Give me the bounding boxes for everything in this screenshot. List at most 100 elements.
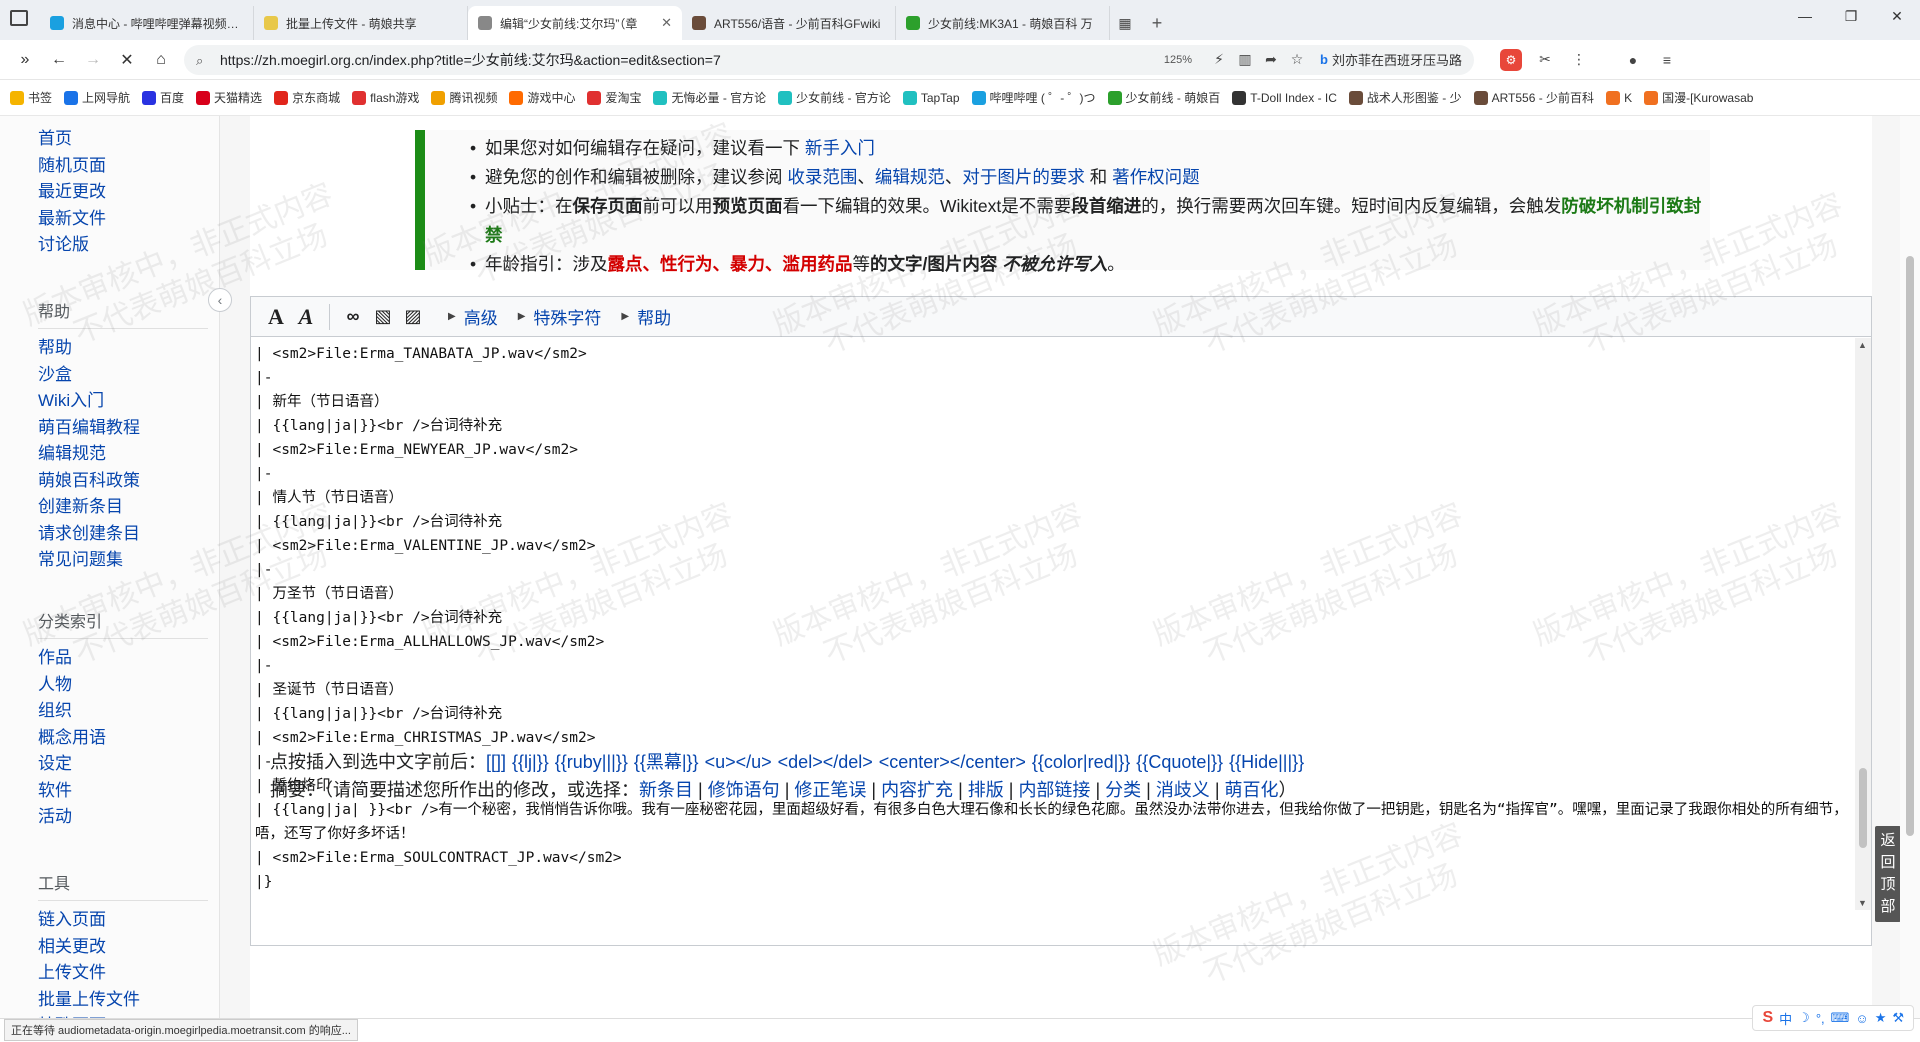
reference-icon[interactable]: ▨ [398, 302, 428, 332]
sidebar-help-link[interactable]: 编辑规范 [38, 441, 208, 468]
bookmark-item[interactable]: 天猫精选 [196, 89, 262, 106]
char-insert-item[interactable]: {{lj|}} [512, 752, 549, 772]
close-window-button[interactable]: ✕ [1874, 0, 1920, 32]
zoom-level[interactable]: 125% [1164, 54, 1192, 66]
ime-button[interactable]: ☺ [1855, 1011, 1868, 1026]
sidebar-category-link[interactable]: 活动 [38, 804, 208, 831]
sidebar-category-link[interactable]: 软件 [38, 778, 208, 805]
collapse-sidebar-button[interactable]: ‹ [208, 288, 232, 312]
bookmark-item[interactable]: 腾讯视频 [431, 89, 497, 106]
sidebar-help-link[interactable]: 请求创建条目 [38, 521, 208, 548]
char-insert-item[interactable]: {{ruby|||}} [555, 752, 628, 772]
scroll-up-icon[interactable]: ▲ [1858, 340, 1867, 350]
image-icon[interactable]: ▧ [368, 302, 398, 332]
sidebar-nav-link[interactable]: 首页 [38, 126, 106, 153]
char-insert-item[interactable]: <center></center> [879, 752, 1026, 772]
scroll-down-icon[interactable]: ▼ [1858, 898, 1867, 908]
sidebar-tools-link[interactable]: 相关更改 [38, 934, 208, 961]
char-insert-item[interactable]: {{Hide|||}} [1229, 752, 1304, 772]
textarea-scrollbar[interactable]: ▲ ▼ [1855, 338, 1871, 910]
search-engine-box[interactable]: b 刘亦菲在西班牙压马路 [1320, 50, 1462, 69]
bookmark-item[interactable]: T-Doll Index - IC [1232, 90, 1337, 105]
more-menu-icon[interactable]: ⋮ [1562, 46, 1596, 74]
bookmark-item[interactable]: 百度 [142, 89, 184, 106]
reader-mode-icon[interactable]: ▥ [1232, 51, 1258, 68]
browser-tab[interactable]: 少女前线:MK3A1 - 萌娘百科 万 [896, 6, 1110, 40]
edit-rules-link[interactable]: 编辑规范 [875, 167, 945, 187]
bold-icon[interactable]: A [261, 302, 291, 332]
lightning-icon[interactable]: ⚡ [1206, 51, 1232, 68]
avatar[interactable]: ● [1616, 46, 1650, 74]
forward-button[interactable]: → [76, 44, 110, 76]
sidebar-category-link[interactable]: 概念用语 [38, 725, 208, 752]
tab-grid-icon[interactable]: ▦ [1110, 6, 1140, 40]
sidebar-tools-link[interactable]: 链入页面 [38, 907, 208, 934]
browser-tab[interactable]: 消息中心 - 哔哩哔哩弹幕视频网 - [40, 6, 254, 40]
summary-preset-link[interactable]: 分类 [1105, 780, 1141, 800]
sidebar-help-link[interactable]: 沙盒 [38, 362, 208, 389]
bookmark-item[interactable]: 少女前线 - 官方论 [778, 89, 891, 106]
bookmark-star-icon[interactable]: ☆ [1284, 51, 1310, 68]
url-text[interactable]: https://zh.moegirl.org.cn/index.php?titl… [220, 50, 1164, 70]
ime-button[interactable]: ☽ [1798, 1010, 1810, 1026]
char-insert-item[interactable]: <del></del> [778, 752, 873, 772]
tab-advanced[interactable]: ▶ 高级 [448, 304, 498, 329]
sidebar-nav-link[interactable]: 最新文件 [38, 206, 106, 233]
summary-preset-link[interactable]: 排版 [968, 780, 1004, 800]
tab-help[interactable]: ▶ 帮助 [621, 304, 671, 329]
menu-icon[interactable]: ≡ [1650, 46, 1684, 74]
ime-button[interactable]: ⚒ [1892, 1010, 1904, 1026]
bookmark-item[interactable]: 爱淘宝 [587, 89, 641, 106]
browser-tab[interactable]: 批量上传文件 - 萌娘共享 [254, 6, 468, 40]
sidebar-help-link[interactable]: Wiki入门 [38, 388, 208, 415]
bookmark-item[interactable]: 京东商城 [274, 89, 340, 106]
bookmark-item[interactable]: 无悔必量 - 官方论 [653, 89, 766, 106]
newbie-link[interactable]: 新手入门 [805, 138, 875, 158]
ime-toolbar[interactable]: S 中 ☽ °, ⌨ ☺ ★ ⚒ [1752, 1005, 1914, 1031]
stop-button[interactable]: ✕ [110, 44, 144, 76]
sidebar-help-link[interactable]: 萌娘百科政策 [38, 468, 208, 495]
page-scrollbar-thumb[interactable] [1906, 256, 1914, 836]
bookmark-item[interactable]: flash游戏 [352, 89, 419, 106]
summary-preset-link[interactable]: 修正笔误 [794, 780, 866, 800]
ime-button[interactable]: ★ [1875, 1010, 1887, 1026]
summary-preset-link[interactable]: 萌百化 [1225, 780, 1279, 800]
tab-special-chars[interactable]: ▶ 特殊字符 [518, 304, 602, 329]
ime-button[interactable]: °, [1816, 1011, 1825, 1026]
sidebar-nav-link[interactable]: 最近更改 [38, 179, 106, 206]
scope-link[interactable]: 收录范围 [787, 167, 857, 187]
sidebar-tools-link[interactable]: 上传文件 [38, 960, 208, 987]
sidebar-nav-link[interactable]: 讨论版 [38, 232, 106, 259]
bookmark-item[interactable]: 少女前线 - 萌娘百 [1107, 89, 1220, 106]
new-tab-button[interactable]: + [1140, 6, 1174, 40]
bookmark-item[interactable]: 游戏中心 [509, 89, 575, 106]
summary-preset-link[interactable]: 消歧义 [1156, 780, 1210, 800]
char-insert-item[interactable]: {{Cquote|}} [1136, 752, 1223, 772]
browser-tab[interactable]: ART556/语音 - 少前百科GFwiki [682, 6, 896, 40]
ime-button[interactable]: ⌨ [1831, 1010, 1850, 1026]
sidebar-category-link[interactable]: 人物 [38, 672, 208, 699]
sidebar-toggle-icon[interactable]: » [8, 44, 42, 76]
sidebar-nav-link[interactable]: 随机页面 [38, 153, 106, 180]
bookmark-item[interactable]: 国漫-[Kurowasab [1644, 89, 1753, 106]
summary-preset-link[interactable]: 修饰语句 [708, 780, 780, 800]
image-rules-link[interactable]: 对于图片的要求 [962, 167, 1085, 187]
sidebar-help-link[interactable]: 萌百编辑教程 [38, 415, 208, 442]
summary-preset-link[interactable]: 内部链接 [1018, 780, 1090, 800]
extension-icon[interactable]: ⚙ [1494, 46, 1528, 74]
bookmark-item[interactable]: TapTap [902, 90, 960, 105]
bookmark-item[interactable]: 哔哩哔哩 ( ゜- ゜)つ [971, 89, 1096, 106]
ime-button[interactable]: 中 [1779, 1009, 1792, 1028]
sidebar-category-link[interactable]: 设定 [38, 751, 208, 778]
scissors-icon[interactable]: ✂ [1528, 46, 1562, 74]
bookmark-item[interactable]: 战术人形图鉴 - 少 [1348, 89, 1462, 106]
browser-tab[interactable]: 编辑“少女前线:艾尔玛”（章 ✕ [468, 6, 682, 40]
tab-close-icon[interactable]: ✕ [661, 15, 672, 31]
link-icon[interactable]: ∞ [338, 302, 368, 332]
minimize-button[interactable]: — [1782, 0, 1828, 32]
wikitext-textarea[interactable]: | <sm2>File:Erma_TANABATA_JP.wav</sm2> |-… [251, 338, 1856, 910]
sidebar-category-link[interactable]: 组织 [38, 698, 208, 725]
char-insert-item[interactable]: [[]] [486, 752, 506, 772]
back-button[interactable]: ← [42, 44, 76, 76]
sidebar-tools-link[interactable]: 批量上传文件 [38, 987, 208, 1014]
